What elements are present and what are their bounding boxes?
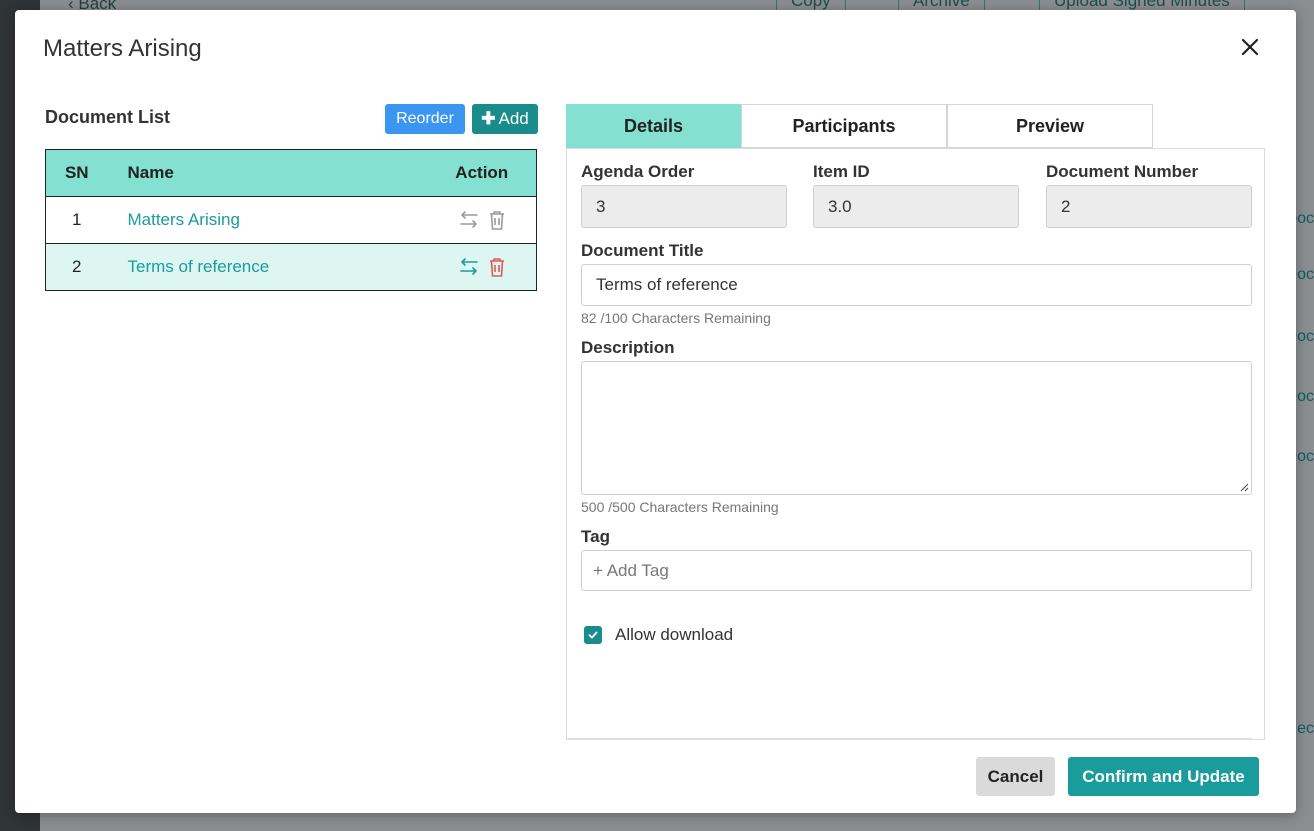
plus-icon: ✚	[481, 109, 496, 128]
modal-dialog: Matters Arising Document List Reorder ✚ A…	[15, 10, 1296, 813]
row-sn: 1	[45, 196, 108, 244]
trash-icon[interactable]	[488, 256, 506, 278]
table-row[interactable]: 1 Matters Arising	[45, 196, 537, 244]
description-label: Description	[581, 338, 675, 357]
row-sn: 2	[45, 243, 108, 291]
modal-title: Matters Arising	[43, 35, 202, 62]
add-document-button[interactable]: ✚ Add	[472, 104, 538, 134]
close-button[interactable]	[1238, 35, 1262, 59]
title-chars-remaining: 82 /100 Characters Remaining	[581, 310, 771, 326]
tab-participants[interactable]: Participants	[741, 104, 947, 148]
swap-icon[interactable]	[458, 209, 480, 231]
item-id-label: Item ID	[813, 162, 870, 181]
document-number-label: Document Number	[1046, 162, 1199, 181]
document-table: SN Name Action 1 Matters Arising 2 Terms…	[45, 149, 537, 291]
allow-download-label[interactable]: Allow download	[615, 625, 733, 645]
tab-preview[interactable]: Preview	[947, 104, 1153, 148]
tab-details[interactable]: Details	[566, 104, 741, 148]
add-label: Add	[498, 109, 529, 128]
document-title-input[interactable]: Terms of reference	[581, 264, 1252, 306]
row-actions	[427, 196, 537, 244]
document-number-field[interactable]: 2	[1046, 185, 1252, 228]
confirm-and-update-button[interactable]: Confirm and Update	[1068, 757, 1259, 796]
description-chars-remaining: 500 /500 Characters Remaining	[581, 499, 779, 515]
checkmark-icon	[588, 631, 598, 639]
swap-icon[interactable]	[458, 256, 480, 278]
document-title-label: Document Title	[581, 241, 704, 260]
allow-download-checkbox[interactable]	[584, 626, 602, 644]
column-header-name: Name	[107, 149, 428, 197]
item-id-field[interactable]: 3.0	[813, 185, 1019, 228]
reorder-button[interactable]: Reorder	[385, 104, 465, 134]
close-icon	[1241, 38, 1259, 56]
agenda-order-label: Agenda Order	[581, 162, 695, 181]
row-name-link[interactable]: Terms of reference	[107, 243, 428, 291]
tag-placeholder: + Add Tag	[593, 560, 669, 580]
details-form-panel: Agenda Order 3 Item ID 3.0 Document Numb…	[566, 148, 1265, 740]
document-list-title: Document List	[45, 107, 171, 127]
table-row[interactable]: 2 Terms of reference	[45, 243, 537, 291]
row-actions	[427, 243, 537, 291]
row-name-link[interactable]: Matters Arising	[107, 196, 428, 244]
cancel-button[interactable]: Cancel	[976, 757, 1055, 796]
tab-bar: Details Participants Preview	[566, 104, 1153, 148]
panel-divider	[567, 738, 1252, 739]
trash-icon[interactable]	[488, 209, 506, 231]
column-header-action: Action	[427, 149, 537, 197]
agenda-order-field[interactable]: 3	[581, 185, 787, 228]
tag-label: Tag	[581, 527, 610, 546]
description-textarea[interactable]	[581, 361, 1252, 495]
resize-handle-icon[interactable]	[1239, 482, 1249, 492]
table-header-row: SN Name Action	[45, 149, 537, 197]
tag-input[interactable]: + Add Tag	[581, 550, 1252, 591]
column-header-sn: SN	[45, 149, 108, 197]
